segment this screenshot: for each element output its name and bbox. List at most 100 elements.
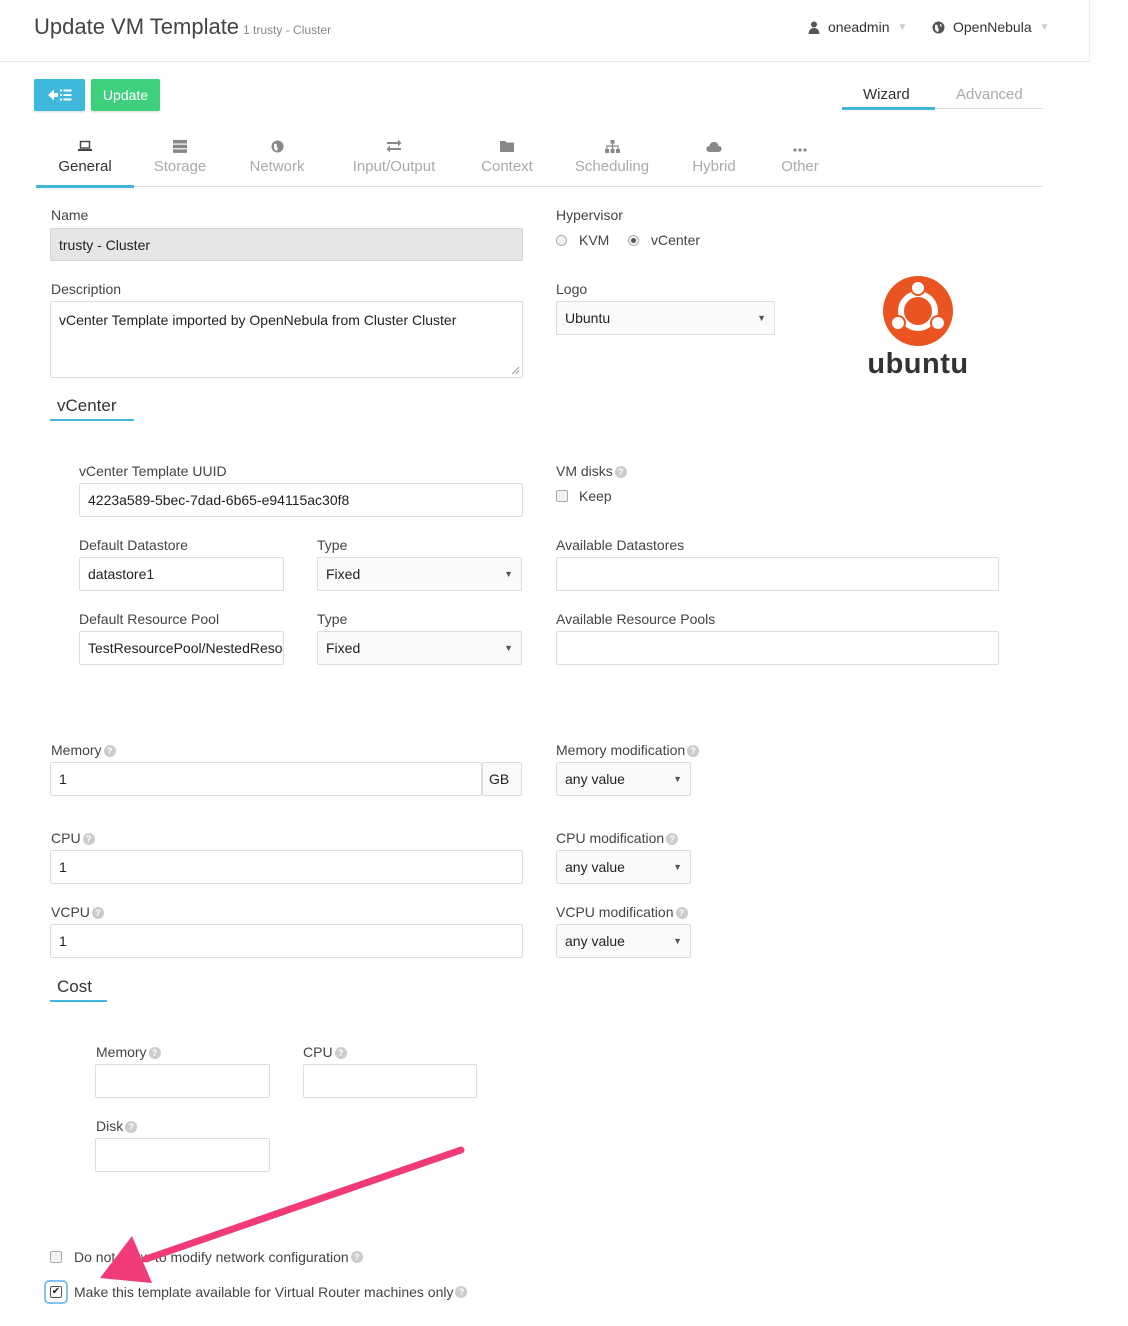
hypervisor-kvm-option[interactable]: KVM — [556, 232, 609, 248]
no-network-checkbox[interactable] — [50, 1251, 62, 1263]
cpu-label-text: CPU — [51, 830, 81, 846]
cloud-icon — [686, 140, 742, 156]
description-label: Description — [51, 281, 122, 297]
tab-scheduling-label: Scheduling — [574, 158, 650, 175]
resource-pool-type-label: Type — [317, 611, 348, 627]
vm-disks-label: VM disks? — [556, 463, 627, 479]
available-resource-pools-label: Available Resource Pools — [556, 611, 716, 627]
cost-disk-input[interactable] — [95, 1138, 270, 1172]
cost-section-underline — [50, 1000, 107, 1002]
user-name: oneadmin — [828, 19, 890, 35]
select-arrow-icon: ▼ — [757, 313, 766, 323]
virtual-router-option[interactable]: ✔ Make this template available for Virtu… — [46, 1282, 468, 1302]
vcenter-radio[interactable] — [628, 234, 639, 246]
resize-handle-icon[interactable] — [511, 366, 520, 375]
folder-icon — [476, 140, 538, 156]
default-resource-pool-label: Default Resource Pool — [79, 611, 220, 627]
memory-unit-value: GB — [489, 771, 510, 787]
exchange-icon — [346, 139, 442, 156]
cpu-modification-select[interactable]: any value ▼ — [556, 850, 691, 884]
kvm-label: KVM — [579, 232, 610, 248]
help-icon[interactable]: ? — [103, 745, 116, 758]
tab-scheduling[interactable]: Scheduling — [572, 140, 652, 186]
help-icon[interactable]: ? — [675, 907, 688, 920]
memory-modification-label-text: Memory modification — [556, 742, 686, 758]
name-input[interactable]: trusty - Cluster — [50, 228, 523, 261]
cpu-input[interactable]: 1 — [50, 850, 523, 884]
available-datastores-input[interactable] — [556, 557, 999, 591]
memory-modification-select[interactable]: any value ▼ — [556, 762, 691, 796]
tab-hybrid[interactable]: Hybrid — [686, 140, 742, 186]
cost-disk-label-text: Disk — [96, 1118, 124, 1134]
default-resource-pool-input[interactable]: TestResourcePool/NestedResourcePool — [79, 631, 284, 665]
update-button[interactable]: Update — [91, 79, 160, 111]
vcpu-label: VCPU? — [51, 904, 104, 920]
memory-unit-select[interactable]: GB — [482, 762, 522, 796]
name-label: Name — [51, 207, 89, 223]
tab-network-label: Network — [249, 158, 305, 175]
description-textarea[interactable]: vCenter Template imported by OpenNebula … — [50, 301, 523, 378]
page-title: Update VM Template 1 trusty - Cluster — [34, 14, 331, 40]
tab-wizard[interactable]: Wizard — [863, 86, 910, 103]
cost-memory-input[interactable] — [95, 1064, 270, 1098]
help-icon[interactable]: ? — [91, 907, 104, 920]
help-icon[interactable]: ? — [666, 833, 679, 846]
tab-context-label: Context — [481, 158, 533, 175]
memory-label: Memory? — [51, 742, 116, 758]
cost-disk-label: Disk? — [96, 1118, 138, 1134]
tab-context[interactable]: Context — [476, 140, 538, 186]
hypervisor-vcenter-option[interactable]: vCenter — [628, 232, 700, 248]
kvm-radio[interactable] — [556, 234, 567, 246]
keep-checkbox[interactable] — [556, 490, 568, 502]
help-icon[interactable]: ? — [125, 1121, 138, 1134]
tab-storage[interactable]: Storage — [148, 140, 212, 186]
uuid-input[interactable]: 4223a589-5bec-7dad-6b65-e94115ac30f8 — [79, 483, 523, 517]
help-icon[interactable]: ? — [455, 1286, 468, 1298]
laptop-icon — [50, 140, 120, 156]
cpu-modification-value: any value — [565, 859, 625, 875]
vcpu-input[interactable]: 1 — [50, 924, 523, 958]
select-arrow-icon: ▼ — [504, 643, 513, 653]
default-datastore-input[interactable]: datastore1 — [79, 557, 284, 591]
datastore-type-label: Type — [317, 537, 348, 553]
memory-input[interactable]: 1 — [50, 762, 482, 796]
back-list-icon — [47, 89, 71, 101]
cpu-label: CPU? — [51, 830, 95, 846]
help-icon[interactable]: ? — [82, 833, 95, 846]
tabs-divider — [36, 186, 1043, 187]
help-icon[interactable]: ? — [334, 1047, 347, 1060]
tab-advanced[interactable]: Advanced — [956, 86, 1023, 103]
help-icon[interactable]: ? — [350, 1251, 363, 1263]
user-menu[interactable]: oneadmin ▼ — [808, 19, 907, 35]
no-network-option[interactable]: Do not allow to modify network configura… — [50, 1249, 363, 1265]
datastore-type-select[interactable]: Fixed ▼ — [317, 557, 522, 591]
back-to-list-button[interactable] — [34, 79, 85, 111]
available-resource-pools-input[interactable] — [556, 631, 999, 665]
tab-input-output[interactable]: Input/Output — [346, 139, 442, 186]
zone-name: OpenNebula — [953, 19, 1032, 35]
virtual-router-label: Make this template available for Virtual… — [74, 1284, 454, 1300]
logo-select[interactable]: Ubuntu ▼ — [556, 301, 775, 335]
zone-menu[interactable]: OpenNebula ▼ — [932, 19, 1050, 35]
virtual-router-checkbox[interactable]: ✔ — [50, 1286, 62, 1298]
cost-cpu-input[interactable] — [303, 1064, 477, 1098]
help-icon[interactable]: ? — [614, 466, 627, 479]
tab-general-label: General — [58, 158, 112, 175]
resource-pool-type-select[interactable]: Fixed ▼ — [317, 631, 522, 665]
virtual-router-checkbox-focus[interactable]: ✔ — [46, 1282, 66, 1302]
sitemap-icon — [572, 140, 652, 156]
tab-network[interactable]: Network — [244, 140, 310, 186]
memory-modification-label: Memory modification? — [556, 742, 700, 758]
vcpu-modification-label-text: VCPU modification — [556, 904, 674, 920]
user-icon — [808, 21, 820, 34]
cost-cpu-label-text: CPU — [303, 1044, 333, 1060]
tab-other[interactable]: Other — [774, 140, 826, 186]
vcpu-modification-select[interactable]: any value ▼ — [556, 924, 691, 958]
cpu-modification-label: CPU modification? — [556, 830, 679, 846]
cost-memory-label: Memory? — [96, 1044, 161, 1060]
keep-option[interactable]: Keep — [556, 488, 612, 504]
tab-other-label: Other — [781, 158, 819, 175]
tab-general[interactable]: General — [50, 140, 120, 186]
help-icon[interactable]: ? — [687, 745, 700, 758]
help-icon[interactable]: ? — [148, 1047, 161, 1060]
